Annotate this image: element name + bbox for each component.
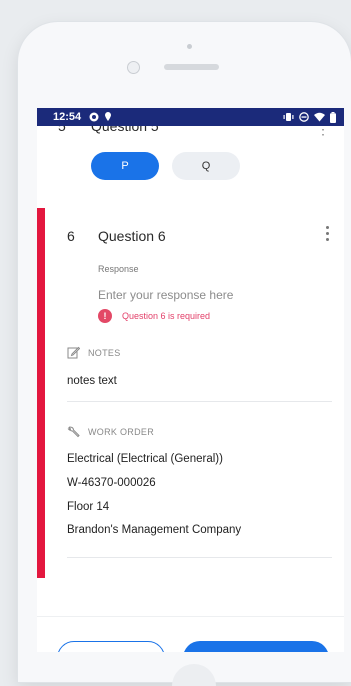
status-time: 12:54 [53,111,82,123]
do-not-disturb-icon [299,112,309,122]
notes-header: NOTES [67,346,121,359]
work-order-label: WORK ORDER [88,426,154,437]
question-title: Question 6 [98,228,166,244]
app-notification-icon [89,112,99,122]
question-6-card: 6 Question 6 Response Enter your respons… [37,208,344,578]
error-message: Question 6 is required [122,311,211,321]
status-bar: 12:54 [37,108,344,126]
question-number: 6 [67,228,75,244]
divider [67,557,332,558]
edit-icon [67,346,80,359]
save-for-later-button[interactable]: Save for Later [57,641,165,652]
response-label: Response [98,264,139,274]
work-order-location: Floor 14 [67,501,110,513]
divider [67,401,332,402]
action-footer: Save for Later Complete Inspection [37,616,344,652]
app-screen: 12:54 5 Question 5 ⋮ P Q 6 Question 6 Re… [37,108,344,652]
vibrate-icon [283,113,294,121]
validation-error: ! Question 6 is required [98,309,210,323]
error-icon: ! [98,309,112,323]
battery-icon [330,111,336,123]
more-options-icon[interactable]: ⋮ [316,122,330,136]
earpiece-speaker [164,64,219,70]
question-5-card: 5 Question 5 ⋮ P Q [37,118,344,204]
more-options-icon[interactable] [326,226,330,244]
option-q-button[interactable]: Q [172,152,240,180]
location-icon [105,112,112,121]
front-camera [127,61,140,74]
work-order-number: W-46370-000026 [67,477,156,489]
response-input[interactable]: Enter your response here [98,288,233,302]
inspection-form: 5 Question 5 ⋮ P Q 6 Question 6 Response… [37,118,344,652]
sensor-dot [187,44,192,49]
work-order-company: Brandon's Management Company [67,524,242,536]
notes-label: NOTES [88,347,121,358]
wifi-icon [314,112,325,122]
wrench-icon [67,426,80,438]
work-order-header: WORK ORDER [67,425,154,438]
work-order-category: Electrical (Electrical (General)) [67,453,223,465]
notes-text[interactable]: notes text [67,375,117,387]
option-p-button[interactable]: P [91,152,159,180]
complete-inspection-button[interactable]: Complete Inspection [183,641,329,652]
